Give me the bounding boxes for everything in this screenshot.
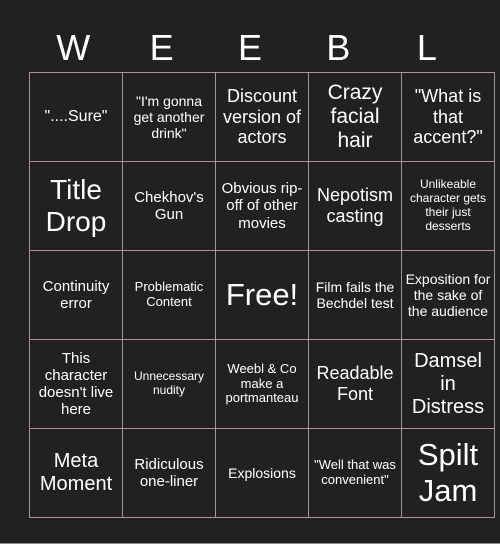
bingo-cell[interactable]: Film fails the Bechdel test <box>308 250 402 340</box>
bingo-cell[interactable]: Continuity error <box>29 250 123 340</box>
bingo-cell[interactable]: Spilt Jam <box>401 428 495 518</box>
bingo-header: W E E B L <box>29 28 471 68</box>
header-letter: W <box>56 27 91 68</box>
board-row: Title Drop Chekhov's Gun Obvious rip-off… <box>29 161 495 251</box>
bingo-cell[interactable]: Meta Moment <box>29 428 123 518</box>
bingo-cell[interactable]: Unlikeable character gets their just des… <box>401 161 495 251</box>
bingo-cell[interactable]: Title Drop <box>29 161 123 251</box>
board-row: "....Sure" "I'm gonna get another drink"… <box>29 72 495 162</box>
board-row: Continuity error Problematic Content Fre… <box>29 250 495 340</box>
bingo-cell[interactable]: "I'm gonna get another drink" <box>122 72 216 162</box>
bingo-cell[interactable]: Crazy facial hair <box>308 72 402 162</box>
bingo-cell[interactable]: Problematic Content <box>122 250 216 340</box>
bingo-cell[interactable]: Damsel in Distress <box>401 339 495 429</box>
bingo-cell[interactable]: Chekhov's Gun <box>122 161 216 251</box>
bingo-cell[interactable]: This character doesn't live here <box>29 339 123 429</box>
bingo-board: "....Sure" "I'm gonna get another drink"… <box>29 72 495 518</box>
bingo-cell[interactable]: Readable Font <box>308 339 402 429</box>
bingo-cell[interactable]: Discount version of actors <box>215 72 309 162</box>
header-letter: E <box>238 27 263 68</box>
bingo-cell[interactable]: Unnecessary nudity <box>122 339 216 429</box>
board-row: Meta Moment Ridiculous one-liner Explosi… <box>29 428 495 518</box>
board-row: This character doesn't live here Unneces… <box>29 339 495 429</box>
bingo-cell[interactable]: Ridiculous one-liner <box>122 428 216 518</box>
header-letter: L <box>416 27 437 68</box>
bingo-cell[interactable]: Weebl & Co make a portmanteau <box>215 339 309 429</box>
header-letter: E <box>149 27 174 68</box>
bingo-cell[interactable]: "What is that accent?" <box>401 72 495 162</box>
bingo-cell[interactable]: Obvious rip-off of other movies <box>215 161 309 251</box>
bingo-cell[interactable]: "....Sure" <box>29 72 123 162</box>
header-letter: B <box>326 27 351 68</box>
bingo-cell[interactable]: Exposition for the sake of the audience <box>401 250 495 340</box>
bingo-cell[interactable]: Explosions <box>215 428 309 518</box>
free-space[interactable]: Free! <box>215 250 309 340</box>
bingo-cell[interactable]: "Well that was convenient" <box>308 428 402 518</box>
bingo-cell[interactable]: Nepotism casting <box>308 161 402 251</box>
